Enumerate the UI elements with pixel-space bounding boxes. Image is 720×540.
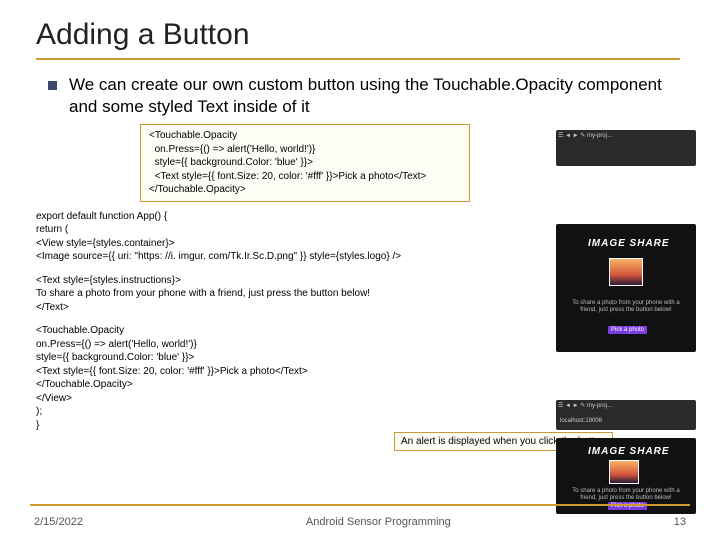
footer-page: 13 xyxy=(674,516,686,528)
app-preview-screenshot-2: IMAGE SHARE To share a photo from your p… xyxy=(556,438,696,514)
instruction-text-1: To share a photo from your phone with a … xyxy=(566,300,686,313)
slide-title: Adding a Button xyxy=(36,18,680,52)
bullet-text: We can create our own custom button usin… xyxy=(69,74,690,118)
footer-title: Android Sensor Programming xyxy=(306,516,451,528)
pick-photo-button-1: Pick a photo xyxy=(608,326,647,334)
tabbar-label: ☰ ◄ ► ✎ my-proj… xyxy=(558,132,613,139)
footer: 2/15/2022 Android Sensor Programming 13 xyxy=(0,516,720,528)
photo-thumb-icon xyxy=(609,258,643,286)
share-title-2: IMAGE SHARE xyxy=(588,446,670,457)
photo-thumb-icon-2 xyxy=(609,460,639,484)
browser-bar-screenshot: ☰ ◄ ► ✎ my-proj… localhost:19006 xyxy=(556,400,696,430)
bullet-item: We can create our own custom button usin… xyxy=(48,74,690,118)
editor-tabbar-screenshot: ☰ ◄ ► ✎ my-proj… xyxy=(556,130,696,166)
footer-date: 2/15/2022 xyxy=(34,516,83,528)
title-bar: Adding a Button xyxy=(36,18,680,60)
app-preview-screenshot-1: IMAGE SHARE To share a photo from your p… xyxy=(556,224,696,352)
localhost-label: localhost:19006 xyxy=(560,418,602,425)
instruction-text-2: To share a photo from your phone with a … xyxy=(566,488,686,501)
highlighted-code-box: <Touchable.Opacity on.Press={() => alert… xyxy=(140,124,470,202)
bullet-icon xyxy=(48,81,57,90)
tabbar-label-2: ☰ ◄ ► ✎ my-proj… xyxy=(558,402,613,409)
share-title-1: IMAGE SHARE xyxy=(588,238,670,249)
footer-rule xyxy=(30,504,690,506)
